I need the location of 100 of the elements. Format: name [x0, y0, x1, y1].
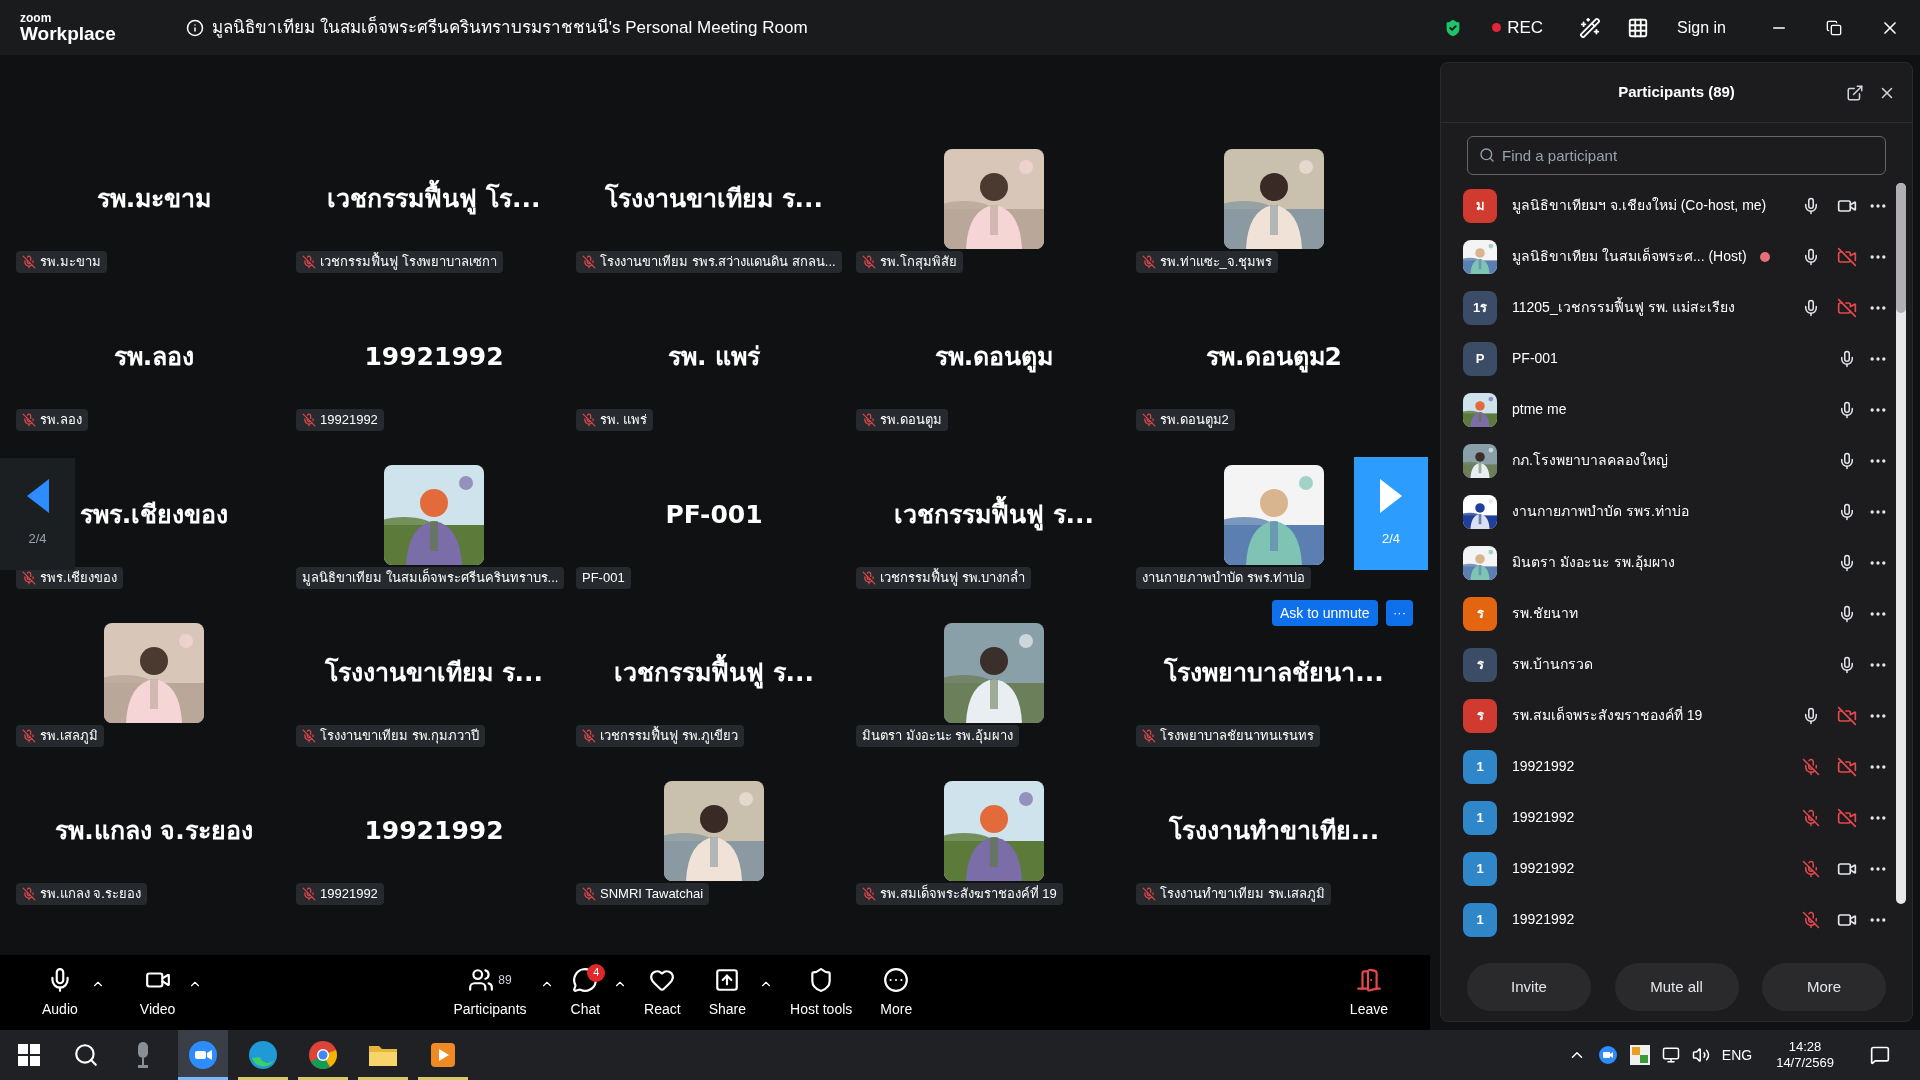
participant-row[interactable]: P PF-001	[1463, 333, 1888, 384]
name-label: โรงงานขาเทียม รพร.สว่างแดนดิน สกลน...	[576, 251, 842, 273]
avatar: 1ร	[1463, 290, 1497, 325]
running-indicator	[178, 1077, 228, 1080]
name-label: รพ.สมเด็จพระสังฆราชองค์ที่ 19	[856, 883, 1063, 905]
participant-name: รพ.บ้านกรวด	[1512, 655, 1593, 674]
muted-mic-icon	[22, 413, 36, 427]
participant-row[interactable]: 1ร 11205_เวชกรรมฟื้นฟู รพ. แม่สะเรียง	[1463, 282, 1888, 333]
microphone-app-icon	[135, 1042, 151, 1068]
tray-app-icon[interactable]	[1629, 1045, 1650, 1065]
muted-mic-icon	[862, 887, 876, 901]
participant-name: 19921992	[1512, 808, 1575, 827]
right-triangle-icon	[1380, 478, 1402, 513]
panel-button[interactable]: Mute all	[1614, 963, 1739, 1011]
name-label: 19921992	[296, 883, 384, 905]
participant-row[interactable]: มินตรา มังอะนะ รพ.อุ้มผาง	[1463, 537, 1888, 588]
muted-mic-icon	[582, 729, 596, 743]
apps-grid-icon[interactable]	[1627, 16, 1650, 39]
participant-name: รพร.เชียงของ	[79, 499, 229, 532]
participant-name: มูลนิธิขาเทียมฯ จ.เชียงใหม่ (Co-host, me)	[1512, 196, 1767, 216]
name-label: รพ.โกสุมพิสัย	[856, 251, 963, 273]
chat-bubble-icon	[572, 967, 599, 993]
language-indicator[interactable]: ENG	[1721, 1044, 1753, 1066]
participant-row[interactable]: ร รพ.สมเด็จพระสังฆราชองค์ที่ 19	[1463, 690, 1888, 741]
participant-name: รพ.แกลง จ.ระยอง	[55, 815, 253, 848]
info-icon[interactable]	[186, 18, 204, 37]
search-icon	[73, 1042, 99, 1068]
network-icon[interactable]	[1661, 1046, 1680, 1064]
name-label: รพ.ดอนตูม	[856, 409, 948, 431]
previous-page-button[interactable]: 2/4	[0, 458, 75, 570]
ask-to-unmute-button[interactable]: Ask to unmute	[1272, 600, 1378, 626]
name-label: รพ. แพร่	[576, 409, 654, 431]
muted-mic-icon	[22, 887, 36, 901]
zoom-tray-icon[interactable]	[1597, 1045, 1618, 1065]
pop-out-icon[interactable]	[1846, 83, 1864, 102]
windows-logo-icon	[18, 1044, 40, 1066]
unread-badge: 4	[587, 963, 606, 982]
avatar: ร	[1463, 647, 1497, 682]
name-label: งานกายภาพบำบัด รพร.ท่าบ่อ	[1136, 567, 1312, 589]
restore-icon[interactable]	[1826, 19, 1842, 36]
panel-title: Participants (89)	[1618, 82, 1735, 103]
sign-in-button[interactable]: Sign in	[1677, 15, 1726, 40]
toolbar-button[interactable]: React	[632, 957, 693, 1028]
toolbar-button[interactable]: Leave	[1337, 957, 1400, 1028]
toolbar-button[interactable]: 4 Chat	[558, 957, 613, 1028]
avatar: ร	[1463, 596, 1497, 631]
clock[interactable]: 14:28 14/7/2569	[1776, 1038, 1834, 1072]
participant-row[interactable]: ptme me	[1463, 384, 1888, 435]
running-indicator	[238, 1077, 288, 1080]
left-triangle-icon	[26, 479, 49, 514]
muted-mic-icon	[22, 571, 36, 585]
toolbar-button[interactable]: Audio	[30, 957, 90, 1028]
toolbar-button[interactable]: More	[868, 957, 925, 1028]
name-label: โรงงานขาเทียม รพ.กุมภวาปี	[296, 725, 486, 747]
muted-mic-icon	[1142, 255, 1156, 269]
people-icon	[468, 967, 495, 993]
name-label: รพร.เชียงของ	[16, 567, 123, 589]
panel-button[interactable]: Invite	[1467, 963, 1591, 1011]
participant-row[interactable]: 1 19921992	[1463, 843, 1888, 894]
zoom-app-icon	[188, 1040, 218, 1070]
participant-row[interactable]: 1 19921992	[1463, 741, 1888, 792]
wand-icon[interactable]	[1579, 16, 1602, 39]
participant-name: รพ.ดอนตูม2	[1206, 341, 1342, 375]
name-label: มินตรา มังอะนะ รพ.อุ้มผาง	[856, 725, 1019, 747]
toolbar-button[interactable]: Host tools	[778, 957, 865, 1028]
participant-row[interactable]: กภ.โรงพยาบาลคลองใหญ่	[1463, 435, 1888, 486]
avatar: 1	[1463, 749, 1497, 784]
share-icon	[714, 967, 741, 993]
participant-name: รพ.สมเด็จพระสังฆราชองค์ที่ 19	[1512, 705, 1703, 725]
avatar: ม	[1463, 188, 1497, 223]
avatar: 1	[1463, 902, 1497, 937]
more-icon	[883, 967, 910, 993]
muted-mic-icon	[22, 255, 36, 269]
scrollbar[interactable]	[1896, 183, 1906, 904]
volume-icon[interactable]	[1691, 1046, 1710, 1064]
tile-more-button[interactable]: ···	[1386, 600, 1413, 626]
participant-name: เวชกรรมฟื้นฟู ร...	[613, 654, 815, 692]
toolbar-button[interactable]: 89 Participants	[441, 957, 539, 1028]
participant-name: รพ.ชัยนาท	[1512, 604, 1578, 623]
notifications-icon[interactable]	[1870, 1045, 1890, 1065]
participant-row[interactable]: 1 19921992	[1463, 894, 1888, 945]
participant-row[interactable]: งานกายภาพบำบัด รพร.ท่าบ่อ	[1463, 486, 1888, 537]
participant-row[interactable]: มูลนิธิขาเทียม ในสมเด็จพระศ... (Host)	[1463, 231, 1888, 282]
participant-row[interactable]: ร รพ.ชัยนาท	[1463, 588, 1888, 639]
toolbar-button[interactable]: Video	[127, 957, 188, 1028]
participant-row[interactable]: ม มูลนิธิขาเทียมฯ จ.เชียงใหม่ (Co-host, me)	[1463, 180, 1888, 231]
panel-button[interactable]: More	[1762, 963, 1886, 1011]
muted-mic-icon	[862, 571, 876, 585]
participant-name: รพ.ลอง	[113, 341, 195, 374]
muted-mic-icon	[862, 255, 876, 269]
participant-row[interactable]: 1 19921992	[1463, 792, 1888, 843]
participant-name: เวชกรรมฟื้นฟู โร...	[327, 180, 541, 218]
recording-indicator[interactable]: REC	[1492, 14, 1544, 41]
toolbar-button[interactable]: Share	[696, 957, 759, 1028]
participant-row[interactable]: ร รพ.บ้านกรวด	[1463, 639, 1888, 690]
participant-name: งานกายภาพบำบัด รพร.ท่าบ่อ	[1512, 502, 1689, 521]
taskbar-app[interactable]	[178, 1030, 228, 1080]
name-label: โรงงานทำขาเทียม รพ.เสลภูมิ	[1136, 883, 1332, 905]
participant-name: โรงงานขาเทียม ร...	[324, 656, 544, 690]
search-field[interactable]: Find a participant	[1467, 136, 1886, 175]
